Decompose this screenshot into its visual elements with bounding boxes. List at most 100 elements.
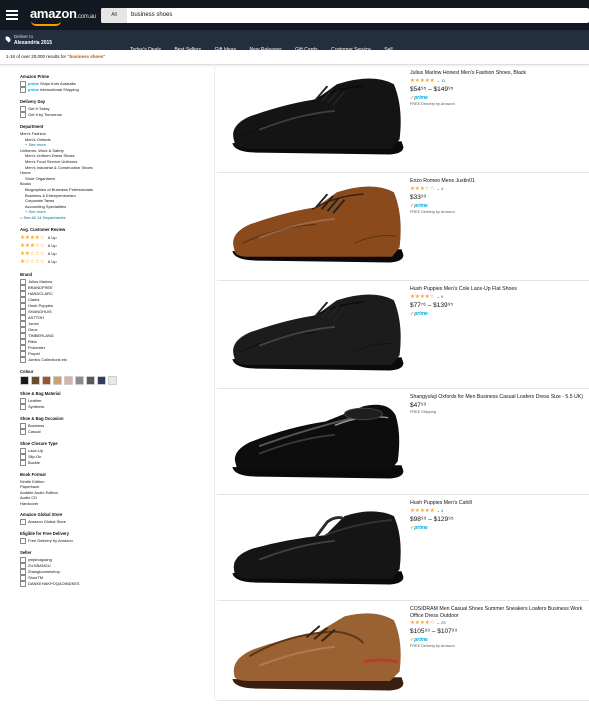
review-count[interactable]: ⌄ 25 <box>437 620 446 625</box>
checkbox[interactable] <box>20 308 26 315</box>
product-rating[interactable]: ★★★☆☆ ⌄ 4 <box>410 185 589 193</box>
see-more-link[interactable]: < See All 14 Departments <box>20 215 210 221</box>
checkbox[interactable] <box>20 459 26 466</box>
colour-swatch[interactable] <box>75 375 84 385</box>
hamburger-menu-icon[interactable] <box>6 8 18 20</box>
checkbox[interactable] <box>20 338 26 345</box>
checkbox[interactable] <box>20 278 26 285</box>
product-rating[interactable]: ★★★★☆ ⌄ 25 <box>410 619 589 627</box>
checkbox[interactable] <box>20 447 26 454</box>
colour-swatch[interactable] <box>86 375 95 385</box>
checkbox[interactable] <box>20 344 26 351</box>
colour-swatch[interactable] <box>31 375 40 385</box>
product-card[interactable]: Hush Puppies Men's Cahill ★★★★★ ⌄ 4 $98⁹⁹ –… <box>217 494 589 601</box>
checkbox[interactable] <box>20 422 26 429</box>
filter-option[interactable]: Amazon Global Store <box>20 519 210 526</box>
filter-option[interactable]: Buckle <box>20 459 210 466</box>
checkbox[interactable] <box>20 320 26 327</box>
search-input[interactable]: business shoes <box>131 8 172 23</box>
checkbox[interactable] <box>20 356 26 363</box>
colour-swatch[interactable] <box>20 375 29 385</box>
filter-option[interactable]: Free Delivery by Amazon <box>20 538 210 545</box>
filter-option[interactable]: DANKEHAKPOQAOINDKES <box>20 581 210 588</box>
checkbox[interactable] <box>20 403 26 410</box>
rating-filter[interactable]: ★★★★☆ & Up <box>20 234 210 242</box>
filter-option[interactable]: Synthetic <box>20 403 210 410</box>
product-image[interactable] <box>221 177 411 277</box>
book-format-link[interactable]: Hardcover <box>20 501 210 507</box>
filter-option[interactable]: Casual <box>20 428 210 435</box>
product-image[interactable] <box>221 499 411 599</box>
checkbox[interactable] <box>20 296 26 303</box>
filter-heading: Seller <box>20 550 32 556</box>
product-image[interactable] <box>221 605 411 705</box>
checkbox[interactable] <box>20 428 26 435</box>
deliver-location: Alexandria 2015 <box>14 40 53 46</box>
product-rating[interactable]: ★★★★★ ⌄ 11 <box>410 77 589 85</box>
product-card[interactable]: Shangyuluji Oxfords for Men Business Cas… <box>217 388 589 495</box>
product-info: Shangyuluji Oxfords for Men Business Cas… <box>410 388 589 414</box>
search-bar[interactable]: All business shoes <box>101 8 589 23</box>
star-rating-icon: ★★★★★ <box>410 507 435 514</box>
amazon-logo[interactable]: amazon.com.au <box>30 6 96 21</box>
colour-swatch[interactable] <box>53 375 62 385</box>
filter-option[interactable]: Jumbo Collections etc <box>20 356 210 363</box>
checkbox[interactable] <box>20 326 26 333</box>
filter-option-label: ShoeTM <box>28 575 44 581</box>
filter-option[interactable]: prime International Shipping <box>20 87 210 93</box>
filter-option-label: Jones <box>28 320 39 326</box>
product-card[interactable]: Enzo Romeo Mens Justin01 ★★★☆☆ ⌄ 4 $33⁹⁹ ✓pr… <box>217 172 589 281</box>
rating-filter[interactable]: ★★★☆☆ & Up <box>20 242 210 250</box>
filter-option-label: Leather <box>28 397 42 403</box>
checkbox[interactable] <box>20 314 26 321</box>
filter-option-label: Geox <box>28 326 38 332</box>
filter-option-label: Julius Marlow <box>28 278 53 284</box>
checkbox[interactable] <box>20 87 26 93</box>
product-image-shoe-icon[interactable] <box>221 393 411 488</box>
product-image-shoe-icon[interactable] <box>221 69 411 164</box>
colour-swatch[interactable] <box>108 375 117 385</box>
checkbox[interactable] <box>20 538 26 545</box>
review-count[interactable]: ⌄ 11 <box>437 78 446 83</box>
product-image[interactable] <box>221 69 411 169</box>
product-image[interactable] <box>221 393 411 493</box>
prime-label: prime <box>414 202 428 209</box>
rating-filter[interactable]: ★☆☆☆☆ & Up <box>20 258 210 266</box>
filter-option-label: Slip-On <box>28 453 42 459</box>
checkbox[interactable] <box>20 397 26 404</box>
checkbox[interactable] <box>20 290 26 297</box>
checkbox[interactable] <box>20 453 26 460</box>
deliver-to[interactable]: Deliver to Alexandria 2015 <box>4 34 53 46</box>
top-header-bar: amazon.com.au All business shoes <box>0 0 589 30</box>
checkbox[interactable] <box>20 519 26 526</box>
filter-option[interactable]: Get It by Tomorrow <box>20 112 210 118</box>
product-image-shoe-icon[interactable] <box>221 285 411 380</box>
colour-swatch[interactable] <box>97 375 106 385</box>
product-image-shoe-icon[interactable] <box>221 177 411 272</box>
colour-swatch[interactable] <box>64 375 73 385</box>
checkbox[interactable] <box>20 112 26 118</box>
product-card[interactable]: Julius Marlow Honest Men's Fashion Shoes… <box>217 64 589 173</box>
review-count[interactable]: ⌄ 6 <box>437 294 444 299</box>
review-count[interactable]: ⌄ 4 <box>437 508 444 513</box>
checkbox[interactable] <box>20 302 26 309</box>
filter-heading: Department <box>20 124 44 129</box>
colour-swatch[interactable] <box>42 375 51 385</box>
checkbox[interactable] <box>20 284 26 291</box>
product-card[interactable]: COSIDRAM Men Casual Shoes Summer Sneaker… <box>217 600 589 701</box>
product-rating[interactable]: ★★★★★ ⌄ 4 <box>410 507 589 515</box>
checkbox[interactable] <box>20 350 26 357</box>
search-category-dropdown[interactable]: All <box>101 8 127 23</box>
product-image-shoe-icon[interactable] <box>221 499 411 594</box>
rating-filter[interactable]: ★★☆☆☆ & Up <box>20 250 210 258</box>
filter-option-label: Synthetic <box>28 403 45 409</box>
checkbox[interactable] <box>20 332 26 339</box>
product-title[interactable]: Shangyuluji Oxfords for Men Business Cas… <box>410 394 589 401</box>
review-count[interactable]: ⌄ 4 <box>437 186 444 191</box>
product-rating[interactable]: ★★★★☆ ⌄ 6 <box>410 293 589 301</box>
product-card[interactable]: Hush Puppies Men's Cole Lace-Up Flat Sho… <box>217 280 589 389</box>
product-title[interactable]: COSIDRAM Men Casual Shoes Summer Sneaker… <box>410 606 589 619</box>
checkbox[interactable] <box>20 581 26 588</box>
product-image[interactable] <box>221 285 411 385</box>
product-image-shoe-icon[interactable] <box>221 605 411 700</box>
